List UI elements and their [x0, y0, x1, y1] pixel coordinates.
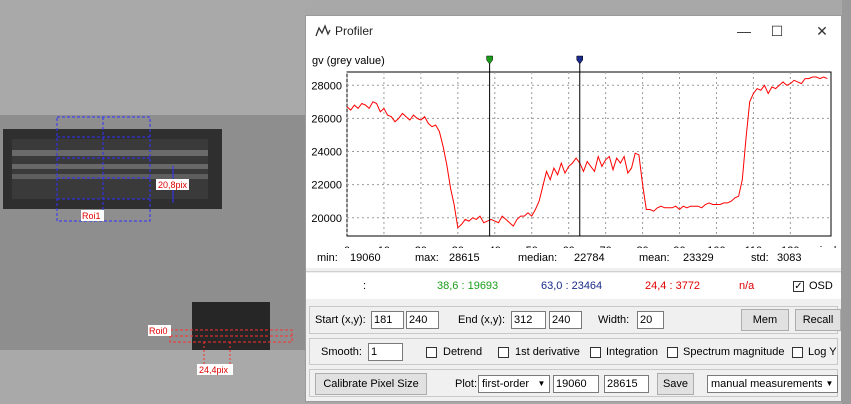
- end-y-input[interactable]: 240: [549, 311, 582, 329]
- std-value: 3083: [777, 252, 802, 264]
- range-min-input[interactable]: 19060: [553, 375, 599, 393]
- range-max-input[interactable]: 28615: [604, 375, 649, 393]
- plot-type-select[interactable]: first-order ▼: [478, 375, 550, 393]
- end-label: End (x,y):: [458, 314, 506, 326]
- mean-label: mean:: [639, 252, 670, 264]
- spectrum-checkbox[interactable]: [667, 347, 678, 358]
- xray-background-image: 20,8pix Roi1 Roi0 24,4pix: [0, 0, 305, 404]
- roi0-label: Roi0: [149, 326, 168, 336]
- cursor-marker-handle: [486, 55, 493, 65]
- logy-checkbox[interactable]: [792, 347, 803, 358]
- measurement-mode-select[interactable]: manual measurements ▼: [707, 375, 838, 393]
- plot-controls-group: Calibrate Pixel Size Plot: first-order ▼ …: [309, 369, 838, 397]
- save-button[interactable]: Save: [657, 373, 694, 395]
- maximize-button[interactable]: ☐: [764, 20, 790, 42]
- window-title: Profiler: [335, 24, 374, 38]
- integration-checkbox[interactable]: [590, 347, 601, 358]
- max-value: 28615: [449, 252, 480, 264]
- median-label: median:: [518, 252, 558, 264]
- derivative-checkbox[interactable]: [498, 347, 509, 358]
- roi0-measure-label: 24,4pix: [199, 365, 229, 375]
- profile-plot-area: gv (grey value) 010203040506070809010011…: [306, 46, 841, 256]
- plot-type-value: first-order: [482, 378, 530, 390]
- integration-label: Integration: [606, 346, 658, 358]
- plot-frame: [346, 71, 832, 237]
- mem-button[interactable]: Mem: [741, 309, 789, 331]
- median-value: 22784: [574, 252, 605, 264]
- max-label: max:: [415, 252, 439, 264]
- y-tick-label: 24000: [311, 147, 342, 159]
- measurement-mode-value: manual measurements: [711, 378, 823, 390]
- y-tick-label: 20000: [311, 213, 342, 225]
- green-marker-value: 38,6 : 19693: [437, 280, 499, 292]
- std-label: std:: [751, 252, 769, 264]
- smooth-input[interactable]: 1: [368, 343, 403, 361]
- start-label: Start (x,y):: [315, 314, 366, 326]
- na-value: n/a: [739, 280, 755, 292]
- roi1-label: Roi1: [82, 211, 101, 221]
- mean-value: 23329: [683, 252, 714, 264]
- min-value: 19060: [350, 252, 381, 264]
- osd-checkbox[interactable]: ✓: [793, 281, 804, 292]
- blue-marker-value: 63,0 : 23464: [541, 280, 603, 292]
- recall-button[interactable]: Recall: [795, 309, 841, 331]
- background-strip-right: [842, 0, 851, 404]
- marker-values-row: : 38,6 : 19693 63,0 : 23464 24,4 : 3772 …: [306, 273, 841, 299]
- width-label: Width:: [598, 314, 630, 326]
- y-tick-label: 26000: [311, 113, 342, 125]
- y-tick-label: 28000: [311, 80, 342, 92]
- roi1-measure-label: 20,8pix: [158, 180, 188, 190]
- calibrate-pixel-size-button[interactable]: Calibrate Pixel Size: [315, 373, 427, 395]
- profiler-app-icon: [315, 24, 331, 37]
- width-input[interactable]: 20: [637, 311, 664, 329]
- start-y-input[interactable]: 240: [406, 311, 439, 329]
- marker-colon: :: [363, 280, 367, 292]
- detrend-checkbox[interactable]: [426, 347, 437, 358]
- red-roi-value: 24,4 : 3772: [645, 280, 701, 292]
- cursor-marker-handle: [576, 55, 584, 65]
- minimize-button[interactable]: —: [731, 20, 757, 42]
- end-x-input[interactable]: 312: [511, 311, 546, 329]
- detrend-label: Detrend: [443, 346, 483, 358]
- profiler-window: Profiler — ☐ ✕ gv (grey value) 010203040…: [305, 15, 842, 402]
- osd-label: OSD: [809, 280, 833, 292]
- y-tick-label: 22000: [311, 180, 342, 192]
- logy-label: Log Y: [808, 346, 837, 358]
- spectrum-label: Spectrum magnitude: [683, 346, 785, 358]
- min-label: min:: [317, 252, 338, 264]
- title-bar[interactable]: Profiler — ☐ ✕: [306, 16, 841, 46]
- chevron-down-icon: ▼: [822, 376, 837, 392]
- stats-row: min: 19060 max: 28615 median: 22784 mean…: [306, 248, 841, 268]
- close-button[interactable]: ✕: [809, 20, 835, 42]
- derivative-label: 1st derivative: [515, 346, 580, 358]
- start-x-input[interactable]: 181: [371, 311, 404, 329]
- processing-options-group: Smooth: 1 Detrend 1st derivative Integra…: [309, 338, 838, 365]
- profile-chart[interactable]: 0102030405060708090100110120pixel2000022…: [306, 46, 841, 256]
- plot-label: Plot:: [455, 378, 478, 390]
- smooth-label: Smooth:: [321, 346, 362, 358]
- chevron-down-icon: ▼: [534, 376, 549, 392]
- line-params-group: Start (x,y): 181 240 End (x,y): 312 240 …: [309, 306, 841, 334]
